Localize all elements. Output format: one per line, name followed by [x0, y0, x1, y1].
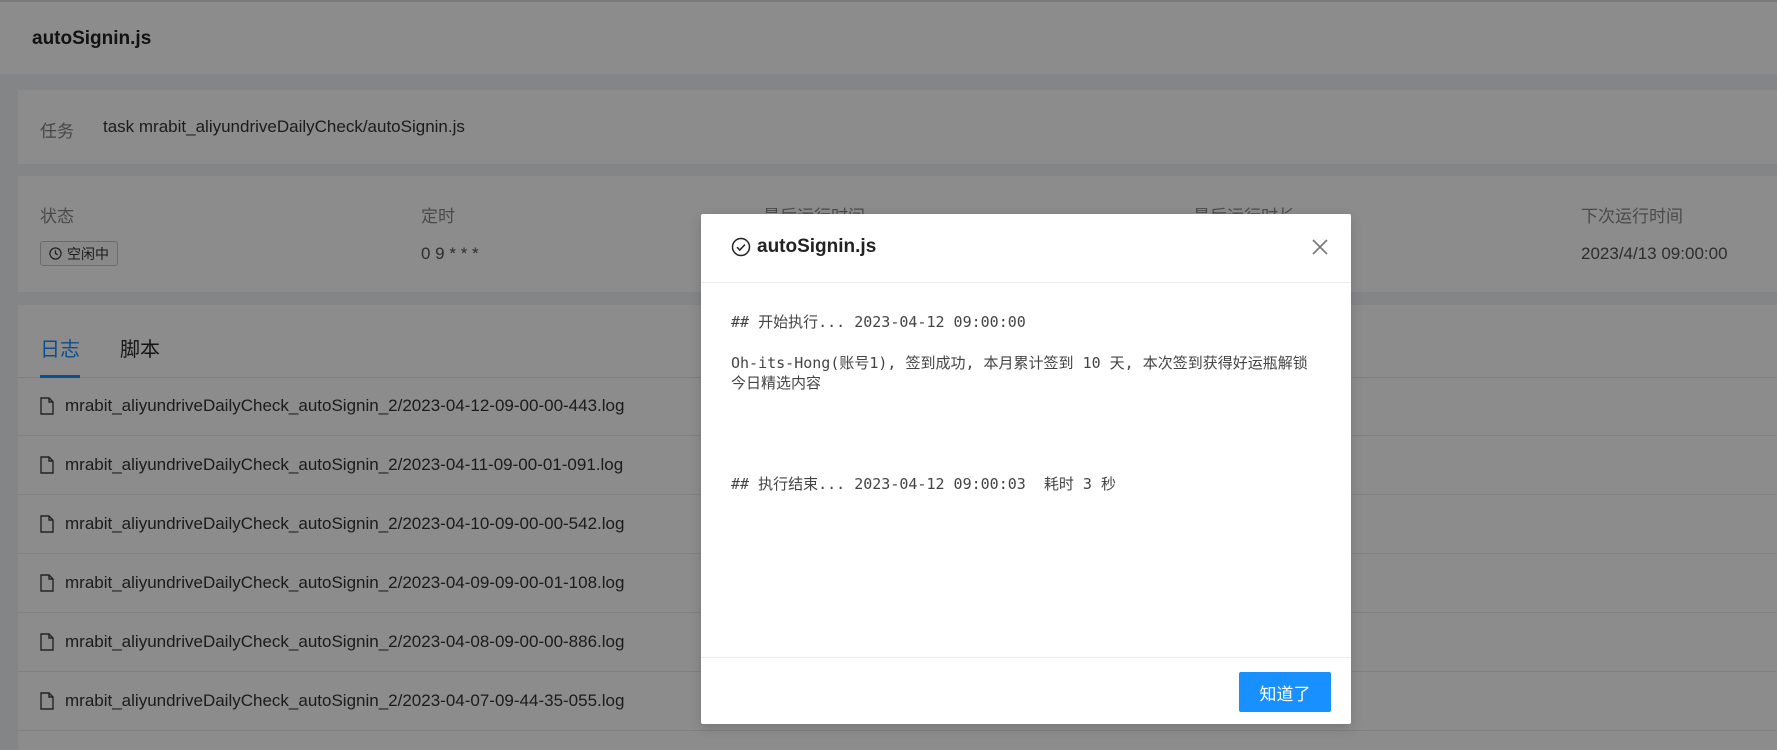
log-line-start: ## 开始执行... 2023-04-12 09:00:00	[731, 313, 1026, 331]
modal-header: autoSignin.js	[701, 214, 1351, 283]
log-modal: autoSignin.js ## 开始执行... 2023-04-12 09:0…	[701, 214, 1351, 724]
log-line-end: ## 执行结束... 2023-04-12 09:00:03 耗时 3 秒	[731, 475, 1116, 493]
check-circle-icon	[731, 237, 751, 257]
modal-log-content: ## 开始执行... 2023-04-12 09:00:00 Oh-its-Ho…	[731, 312, 1321, 494]
modal-footer: 知道了	[701, 657, 1351, 725]
close-icon[interactable]	[1311, 238, 1329, 256]
log-line-result: Oh-its-Hong(账号1), 签到成功, 本月累计签到 10 天, 本次签…	[731, 354, 1308, 392]
page: autoSignin.js 任务 task mrabit_aliyundrive…	[0, 0, 1777, 750]
modal-title-text: autoSignin.js	[757, 236, 877, 257]
modal-title: autoSignin.js	[731, 236, 876, 258]
ok-button[interactable]: 知道了	[1239, 672, 1331, 712]
